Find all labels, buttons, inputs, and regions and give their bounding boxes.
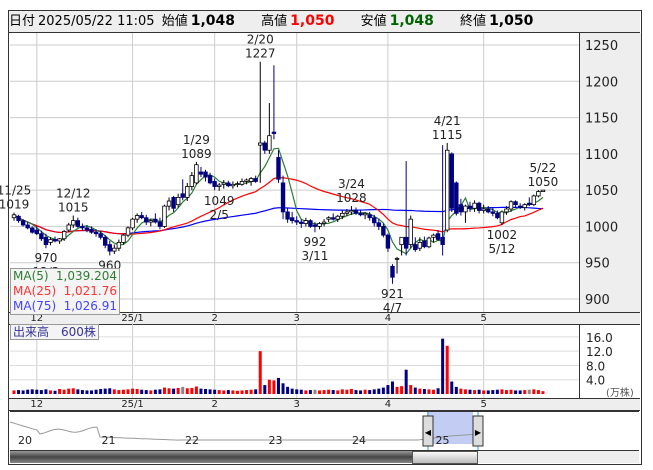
price-tick-label: 1050 [585, 184, 618, 199]
price-tick-label: 900 [585, 293, 610, 308]
month-tick-label: 2 [211, 313, 217, 324]
navigator-price-line [9, 421, 481, 441]
ma25-value: 1,021.76 [63, 284, 117, 298]
navigator-year-label: 21 [102, 434, 116, 447]
month-tick-label: 3 [294, 399, 300, 410]
scrollbar-thumb[interactable] [412, 451, 478, 464]
ma75-legend: MA(75) 1,026.91 [11, 299, 119, 314]
volume-tick-label: 16.0 [586, 331, 613, 345]
ma-legend: MA(5) 1,039.204 MA(25) 1,021.76 MA(75) 1,02… [10, 268, 120, 315]
month-tick-label: 5 [480, 313, 486, 324]
arrow-right-icon: ▶ [475, 428, 482, 437]
month-tick-label: 2 [211, 399, 217, 410]
month-tick-label: 25/1 [121, 313, 143, 324]
ma25-legend: MA(25) 1,021.76 [11, 284, 119, 299]
price-tick-label: 1000 [585, 220, 618, 235]
navigator-year-label: 20 [18, 434, 32, 447]
navigator[interactable]: 20 21 22 23 24 25 ◀ ▶ [9, 411, 639, 451]
volume-unit: (万株) [606, 388, 634, 399]
navigator-year-label: 23 [269, 434, 283, 447]
volume-legend: 出来高 600株 [10, 324, 99, 340]
navigator-year-label: 25 [436, 434, 450, 447]
month-tick-label: 3 [294, 313, 300, 324]
ma75-label: MA(75) [13, 299, 57, 313]
price-tick-label: 1100 [585, 148, 618, 163]
ma75-value: 1,026.91 [63, 299, 117, 313]
ma25-label: MA(25) [13, 284, 57, 298]
navigator-overview: 20 21 22 23 24 25 ◀ ▶ [9, 412, 484, 451]
navigator-handle[interactable]: ▶ [472, 412, 484, 451]
price-tick-label: 1250 [585, 39, 618, 54]
axis-labels: 900950100010501100115012001250121225/125… [30, 39, 618, 410]
volume-tick-label: 4.0 [586, 374, 605, 388]
price-tick-label: 950 [585, 257, 610, 272]
volume-tick-label: 12.0 [586, 345, 613, 359]
ma5-legend: MA(5) 1,039.204 [11, 269, 119, 284]
price-tick-label: 1150 [585, 112, 618, 127]
month-tick-label: 12 [30, 399, 43, 410]
ma5-label: MA(5) [13, 269, 49, 283]
scrollbar-track[interactable] [10, 450, 639, 464]
navigator-handle[interactable]: ◀ [422, 412, 434, 451]
arrow-left-icon: ◀ [425, 428, 432, 437]
navigator-selection [427, 412, 473, 444]
stock-chart-widget: 日付 2025/05/22 11:05 始値 1,048 高値 1,050 安値 1,0… [0, 0, 653, 470]
volume-tick-label: 8.0 [586, 359, 605, 373]
price-tick-label: 1200 [585, 75, 618, 90]
month-tick-label: 25/1 [121, 399, 143, 410]
navigator-year-label: 24 [352, 434, 366, 447]
month-tick-label: 5 [480, 399, 486, 410]
month-tick-label: 4 [385, 313, 391, 324]
ma5-value: 1,039.204 [55, 269, 117, 283]
scrollbar-track-fill [10, 451, 412, 463]
navigator-year-label: 22 [185, 434, 199, 447]
month-tick-label: 4 [385, 399, 391, 410]
